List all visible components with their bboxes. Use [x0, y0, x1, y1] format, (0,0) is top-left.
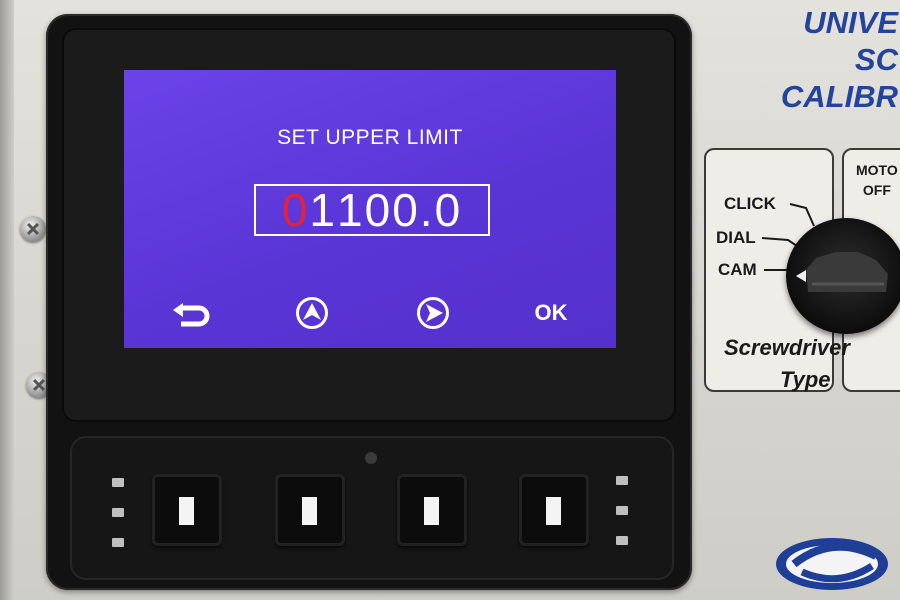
key-light — [302, 497, 317, 525]
key-light — [546, 497, 561, 525]
right-indicator-3 — [616, 536, 628, 545]
right-indicator-1 — [616, 476, 628, 485]
brand-line-1: UNIVE — [803, 5, 898, 40]
panel-edge — [0, 0, 14, 600]
limit-value-field[interactable]: 0 1 1 0 0 .0 — [254, 184, 490, 236]
hardware-key-2[interactable] — [275, 474, 345, 546]
left-indicator-2 — [112, 508, 124, 517]
left-indicator-1 — [112, 478, 124, 487]
brand-lettering: UNIVE SC CALIBR — [750, 4, 900, 115]
selector-caption: Screwdriver Type — [716, 332, 900, 396]
lcd-screen: SET UPPER LIMIT 0 1 1 0 0 .0 OK — [124, 70, 616, 348]
option-cam: CAM — [718, 260, 757, 279]
option-dial: DIAL — [716, 228, 756, 247]
screwdriver-type-knob[interactable] — [786, 218, 900, 334]
company-logo-icon — [776, 538, 888, 590]
status-led — [365, 452, 377, 464]
up-softkey[interactable] — [294, 296, 330, 330]
hardware-key-1[interactable] — [152, 474, 222, 546]
value-digit-5[interactable]: 0 — [392, 187, 420, 233]
value-digit-decimal[interactable]: .0 — [420, 187, 462, 233]
left-indicator-3 — [112, 538, 124, 547]
right-indicator-2 — [616, 506, 628, 515]
key-light — [179, 497, 194, 525]
brand-line-3: CALIBR — [780, 79, 898, 114]
knob-grip — [796, 252, 888, 292]
circled-right-arrow-icon — [417, 297, 449, 329]
screen-title: SET UPPER LIMIT — [277, 126, 463, 149]
motor-label-line-1: MOTO — [856, 162, 898, 178]
motor-label: MOTO OFF — [856, 160, 898, 200]
value-digit-1[interactable]: 0 — [282, 187, 310, 233]
return-arrow-icon — [173, 303, 210, 327]
hardware-key-3[interactable] — [397, 474, 467, 546]
mounting-screw-top — [20, 216, 46, 242]
caption-line-2: Type — [780, 367, 831, 392]
caption-line-1: Screwdriver — [724, 335, 850, 360]
option-click: CLICK — [724, 194, 776, 213]
hardware-key-4[interactable] — [519, 474, 589, 546]
right-softkey[interactable] — [415, 296, 451, 330]
ok-softkey[interactable]: OK — [526, 296, 576, 330]
back-softkey[interactable] — [168, 296, 214, 330]
value-digit-4[interactable]: 0 — [365, 187, 393, 233]
value-digit-2[interactable]: 1 — [309, 187, 337, 233]
brand-line-2: SC — [854, 42, 898, 77]
motor-label-line-2: OFF — [862, 182, 891, 198]
value-digit-3[interactable]: 1 — [337, 187, 365, 233]
circled-up-arrow-icon — [296, 297, 328, 329]
key-light — [424, 497, 439, 525]
brand-logo — [772, 530, 896, 592]
